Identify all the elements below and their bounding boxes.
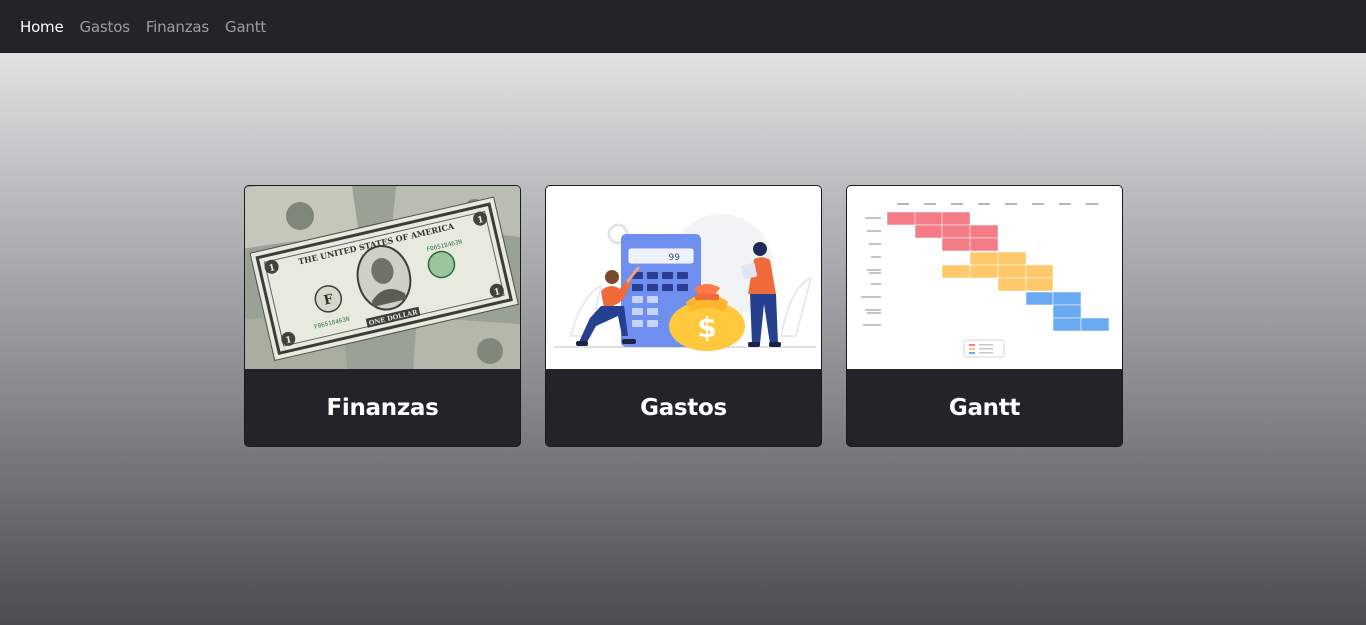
dollar-bill-image[interactable]: 1 1 1 1 THE UNITED STATES OF AMERICA F F… xyxy=(245,186,520,369)
nav-finanzas[interactable]: Finanzas xyxy=(146,18,209,36)
top-navbar: Home Gastos Finanzas Gantt xyxy=(0,0,1366,53)
nav-gastos[interactable]: Gastos xyxy=(80,18,131,36)
svg-text:99: 99 xyxy=(669,253,681,263)
svg-text:$: $ xyxy=(697,311,716,344)
nav-gantt[interactable]: Gantt xyxy=(225,18,266,36)
calculator-moneybag-image[interactable]: 99 $ xyxy=(546,186,821,369)
card-gantt[interactable]: Gantt xyxy=(846,185,1123,447)
card-title-gantt[interactable]: Gantt xyxy=(847,369,1122,446)
card-grid: 1 1 1 1 THE UNITED STATES OF AMERICA F F… xyxy=(244,185,1123,447)
card-title-finanzas[interactable]: Finanzas xyxy=(245,369,520,446)
card-gastos[interactable]: 99 $ Gastos xyxy=(545,185,822,447)
nav-home[interactable]: Home xyxy=(20,18,64,36)
card-finanzas[interactable]: 1 1 1 1 THE UNITED STATES OF AMERICA F F… xyxy=(244,185,521,447)
card-title-gastos[interactable]: Gastos xyxy=(546,369,821,446)
gantt-chart-image[interactable] xyxy=(847,186,1122,369)
